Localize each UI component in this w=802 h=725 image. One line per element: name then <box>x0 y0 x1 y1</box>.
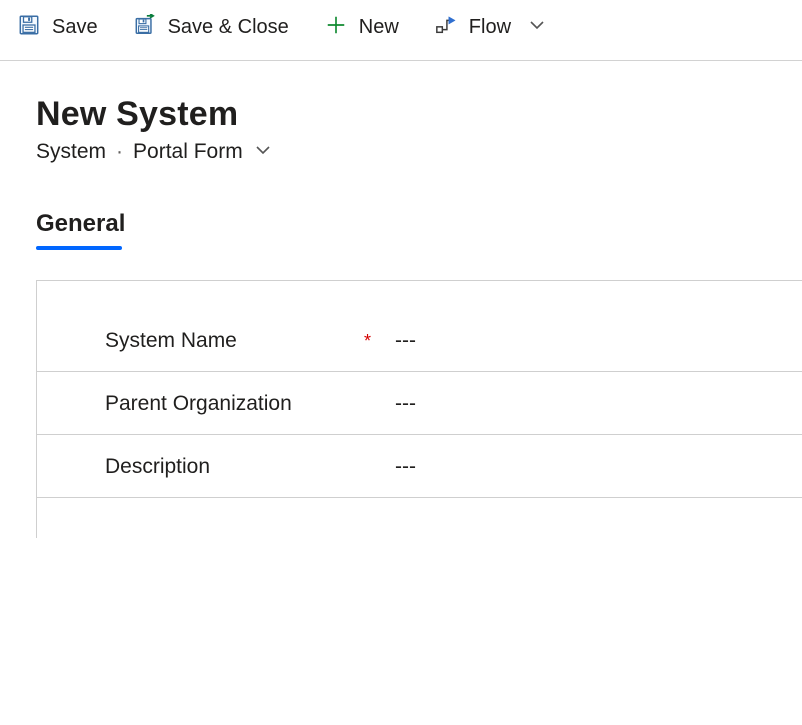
plus-icon <box>325 14 347 40</box>
page-header: New System System · Portal Form <box>0 61 802 164</box>
tab-strip: General <box>0 164 802 250</box>
save-close-icon <box>134 14 156 40</box>
save-close-label: Save & Close <box>168 17 289 37</box>
flow-button[interactable]: Flow <box>435 14 545 40</box>
save-icon <box>18 14 40 40</box>
command-bar: Save Save & Close New <box>0 0 802 61</box>
flow-label: Flow <box>469 17 511 37</box>
save-label: Save <box>52 17 98 37</box>
field-system-name[interactable]: System Name * --- <box>37 309 802 372</box>
field-label-text: System Name <box>105 329 237 353</box>
form-name: Portal Form <box>133 140 243 164</box>
form-selector[interactable]: System · Portal Form <box>36 140 271 164</box>
breadcrumb-separator: · <box>116 140 123 164</box>
flow-icon <box>435 14 457 40</box>
field-parent-organization[interactable]: Parent Organization --- <box>37 372 802 435</box>
chevron-down-icon <box>529 17 545 37</box>
new-label: New <box>359 17 399 37</box>
tab-general[interactable]: General <box>36 210 125 248</box>
field-description[interactable]: Description --- <box>37 435 802 498</box>
chevron-down-icon <box>255 140 271 164</box>
save-close-button[interactable]: Save & Close <box>134 14 289 40</box>
field-label: Description <box>105 455 395 479</box>
form-panel: System Name * --- Parent Organization --… <box>36 280 802 538</box>
field-value[interactable]: --- <box>395 392 416 416</box>
entity-name: System <box>36 140 106 164</box>
page-title: New System <box>36 95 766 134</box>
new-button[interactable]: New <box>325 14 399 40</box>
field-label-text: Parent Organization <box>105 392 292 416</box>
field-label-text: Description <box>105 455 210 479</box>
save-button[interactable]: Save <box>18 14 98 40</box>
required-marker: * <box>364 331 371 352</box>
field-label: System Name * <box>105 329 395 353</box>
field-value[interactable]: --- <box>395 329 416 353</box>
field-value[interactable]: --- <box>395 455 416 479</box>
field-label: Parent Organization <box>105 392 395 416</box>
